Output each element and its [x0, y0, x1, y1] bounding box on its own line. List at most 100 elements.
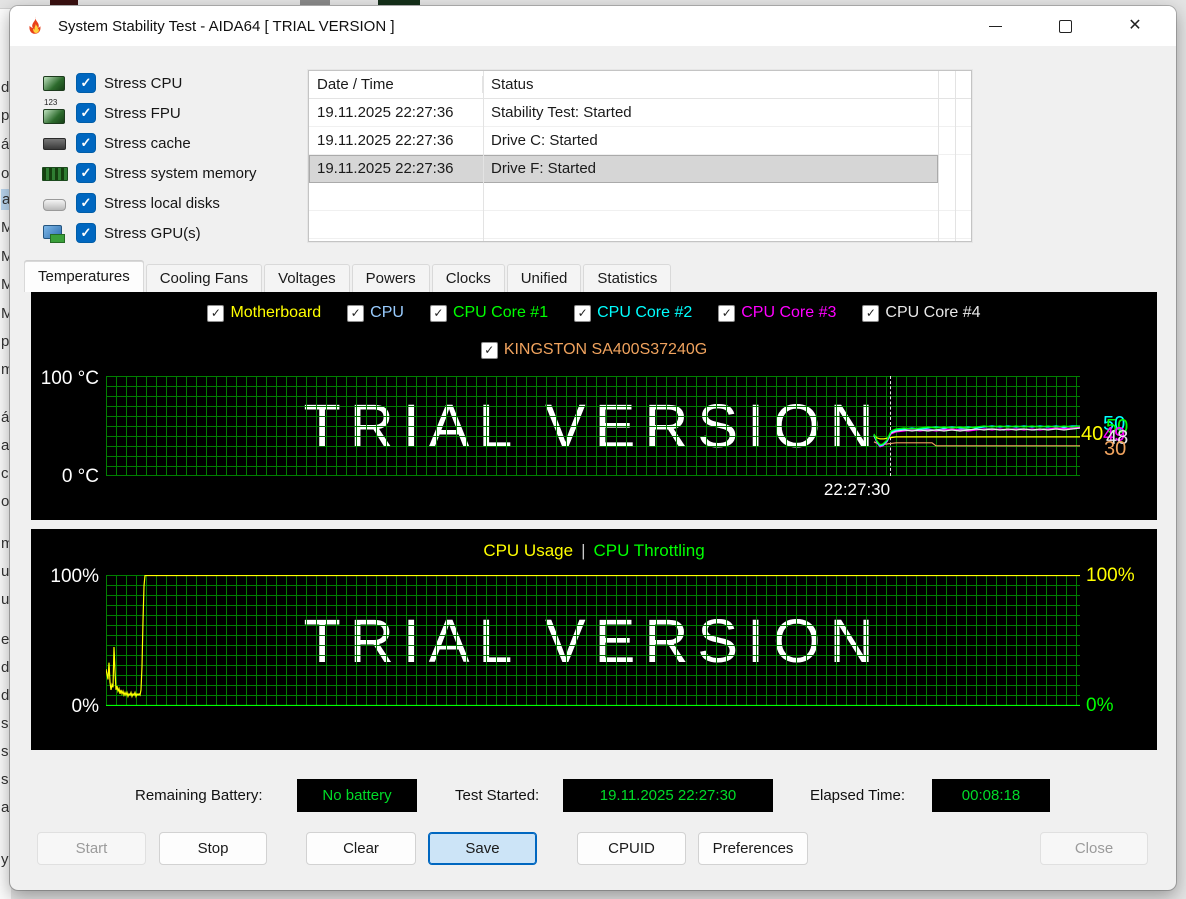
screen: dpázocacMMMMpmázacomuueddskskskavy Syste…: [0, 0, 1186, 899]
legend-checkbox-checked[interactable]: ✓: [430, 305, 447, 322]
table-row-empty: [309, 183, 971, 211]
background-text-fragment: p: [1, 333, 9, 350]
legend-item-cpu-core-2: ✓ CPU Core #2: [574, 304, 692, 322]
legend-item-cpu-core-1: ✓ CPU Core #1: [430, 304, 548, 322]
tab-clocks[interactable]: Clocks: [432, 264, 505, 292]
stop-button[interactable]: Stop: [159, 832, 267, 865]
legend-checkbox-checked[interactable]: ✓: [347, 305, 364, 322]
y-axis-max-label: 100 °C: [31, 368, 99, 390]
background-text-fragment: o: [1, 493, 9, 510]
legend-checkbox-checked[interactable]: ✓: [481, 342, 498, 359]
legend-checkbox-checked[interactable]: ✓: [574, 305, 591, 322]
legend-checkbox-checked[interactable]: ✓: [862, 305, 879, 322]
background-text-fragment: c: [1, 465, 9, 482]
checkbox-checked[interactable]: ✓: [76, 103, 96, 123]
checkbox-checked[interactable]: ✓: [76, 193, 96, 213]
checkbox-checked[interactable]: ✓: [76, 223, 96, 243]
window-controls: ✕: [960, 6, 1170, 46]
tab-unified[interactable]: Unified: [507, 264, 582, 292]
tab-cooling-fans[interactable]: Cooling Fans: [146, 264, 262, 292]
remaining-battery-label: Remaining Battery:: [135, 779, 263, 812]
tab-statistics[interactable]: Statistics: [583, 264, 671, 292]
checkbox-checked[interactable]: ✓: [76, 163, 96, 183]
cell-status: Drive F: Started: [483, 160, 938, 177]
table-header: Date / Time Status: [309, 71, 971, 99]
table-row[interactable]: 19.11.2025 22:27:36Drive F: Started: [309, 155, 938, 183]
background-text-fragment: d: [1, 659, 9, 676]
background-text-fragment: e: [1, 631, 9, 648]
cell-status: Stability Test: Started: [483, 104, 971, 121]
clear-button[interactable]: Clear: [306, 832, 416, 865]
preferences-button[interactable]: Preferences: [698, 832, 808, 865]
elapsed-time-label: Elapsed Time:: [810, 779, 905, 812]
checkbox-checked[interactable]: ✓: [76, 133, 96, 153]
cell-date-time: 19.11.2025 22:27:36: [309, 104, 483, 121]
legend-item-kingston-sa400s37240g: ✓KINGSTON SA400S37240G: [481, 341, 707, 359]
cpu-usage-chart-panel: CPU Usage|CPU Throttling 100% 0% TRIAL V…: [31, 529, 1157, 750]
background-text-fragment: d: [1, 79, 9, 96]
temperature-plot-area: TRIAL VERSION: [106, 376, 1080, 476]
chart2-legend-cpu-usage: CPU Usage: [483, 541, 573, 560]
table-rows: 19.11.2025 22:27:36Stability Test: Start…: [309, 99, 971, 267]
series-line-cpu-usage: [106, 576, 1080, 697]
tab-powers[interactable]: Powers: [352, 264, 430, 292]
stability-test-window: System Stability Test - AIDA64 [ TRIAL V…: [10, 6, 1176, 890]
maximize-button[interactable]: [1030, 6, 1100, 46]
legend-label: CPU Core #1: [453, 304, 548, 322]
background-text-fragment: u: [1, 563, 9, 580]
right-axis-max-label: 100%: [1086, 566, 1135, 585]
background-text-fragment: d: [1, 687, 9, 704]
memory-icon: [40, 162, 70, 184]
legend-label: CPU: [370, 304, 404, 322]
close-button[interactable]: ✕: [1100, 6, 1170, 46]
legend-item-motherboard: ✓ Motherboard: [207, 304, 321, 322]
legend-label: CPU Core #3: [741, 304, 836, 322]
right-axis-min-label: 0%: [1086, 696, 1113, 715]
window-title: System Stability Test - AIDA64 [ TRIAL V…: [58, 18, 395, 35]
table-column-divider: [483, 71, 484, 241]
series-line-kingston-sa400s37240g: [874, 442, 1080, 446]
event-log-table[interactable]: Date / Time Status 19.11.2025 22:27:36St…: [308, 70, 972, 242]
fpu-chip-icon: 123: [40, 102, 70, 124]
close-icon: ✕: [1128, 18, 1141, 34]
table-row-empty: [309, 211, 971, 239]
legend-item-cpu-core-4: ✓ CPU Core #4: [862, 304, 980, 322]
legend-label: CPU Core #4: [885, 304, 980, 322]
stress-option-stress-cpu: ✓ Stress CPU: [40, 68, 257, 98]
checkbox-checked[interactable]: ✓: [76, 73, 96, 93]
stress-options-list: ✓Stress CPU123✓Stress FPU✓Stress cache✓S…: [40, 68, 257, 248]
legend-label: Motherboard: [230, 304, 321, 322]
stress-option-label: Stress CPU: [104, 75, 182, 92]
stress-option-label: Stress local disks: [104, 195, 220, 212]
legend-item-cpu-core-3: ✓ CPU Core #3: [718, 304, 836, 322]
stress-option-stress-gpu-s-: ✓Stress GPU(s): [40, 218, 257, 248]
aida64-flame-icon: [24, 15, 46, 37]
current-value-label: 40: [1081, 424, 1103, 444]
table-row[interactable]: 19.11.2025 22:27:36Stability Test: Start…: [309, 99, 971, 127]
cell-status: Drive C: Started: [483, 132, 971, 149]
cpuid-button[interactable]: CPUID: [577, 832, 686, 865]
column-header-date-time[interactable]: Date / Time: [309, 76, 483, 93]
y-axis-min-label: 0 °C: [31, 466, 99, 488]
table-row[interactable]: 19.11.2025 22:27:36Drive C: Started: [309, 127, 971, 155]
legend-label: CPU Core #2: [597, 304, 692, 322]
y-axis-max-label: 100%: [31, 566, 99, 588]
legend-separator: |: [573, 541, 593, 560]
column-header-status[interactable]: Status: [483, 76, 971, 93]
temperature-legend-row-1: ✓ Motherboard ✓ CPU ✓ CPU Core #1 ✓ CPU Core #2…: [31, 304, 1157, 322]
minimize-button[interactable]: [960, 6, 1030, 46]
cpu-usage-plot-area: TRIAL VERSION: [106, 575, 1080, 706]
legend-checkbox-checked[interactable]: ✓: [718, 305, 735, 322]
current-value-label: 30: [1104, 439, 1126, 459]
maximize-icon: [1059, 20, 1072, 33]
temperatures-chart-panel: ✓ Motherboard ✓ CPU ✓ CPU Core #1 ✓ CPU Core #2…: [31, 292, 1157, 520]
tab-voltages[interactable]: Voltages: [264, 264, 350, 292]
close-button: Close: [1040, 832, 1148, 865]
stress-option-label: Stress system memory: [104, 165, 257, 182]
table-column-divider: [938, 71, 939, 241]
series-line-motherboard: [874, 435, 1080, 439]
save-button[interactable]: Save: [428, 832, 537, 865]
legend-checkbox-checked[interactable]: ✓: [207, 305, 224, 322]
tab-temperatures[interactable]: Temperatures: [24, 261, 144, 292]
background-text-fragment: u: [1, 591, 9, 608]
